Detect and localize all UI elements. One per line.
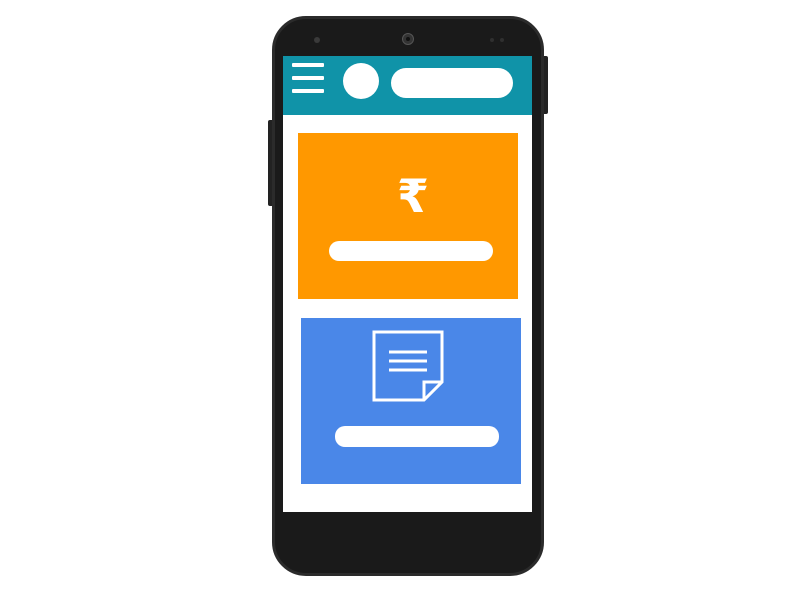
front-sensor-icon — [314, 37, 320, 43]
search-input[interactable] — [391, 68, 513, 98]
speaker-dot-icon — [490, 38, 494, 42]
avatar[interactable] — [343, 63, 379, 99]
hamburger-menu-icon[interactable] — [292, 63, 324, 93]
speaker-dot-icon — [500, 38, 504, 42]
payments-card[interactable]: ₹ — [298, 133, 518, 299]
rupee-icon: ₹ — [396, 169, 429, 223]
documents-card[interactable] — [301, 318, 521, 484]
documents-card-label — [335, 426, 499, 447]
app-bar — [283, 56, 532, 115]
payments-card-label — [329, 241, 493, 261]
document-icon — [372, 330, 444, 402]
phone-screen: ₹ — [283, 56, 532, 512]
volume-button[interactable] — [544, 56, 548, 114]
front-camera-icon — [402, 33, 414, 45]
